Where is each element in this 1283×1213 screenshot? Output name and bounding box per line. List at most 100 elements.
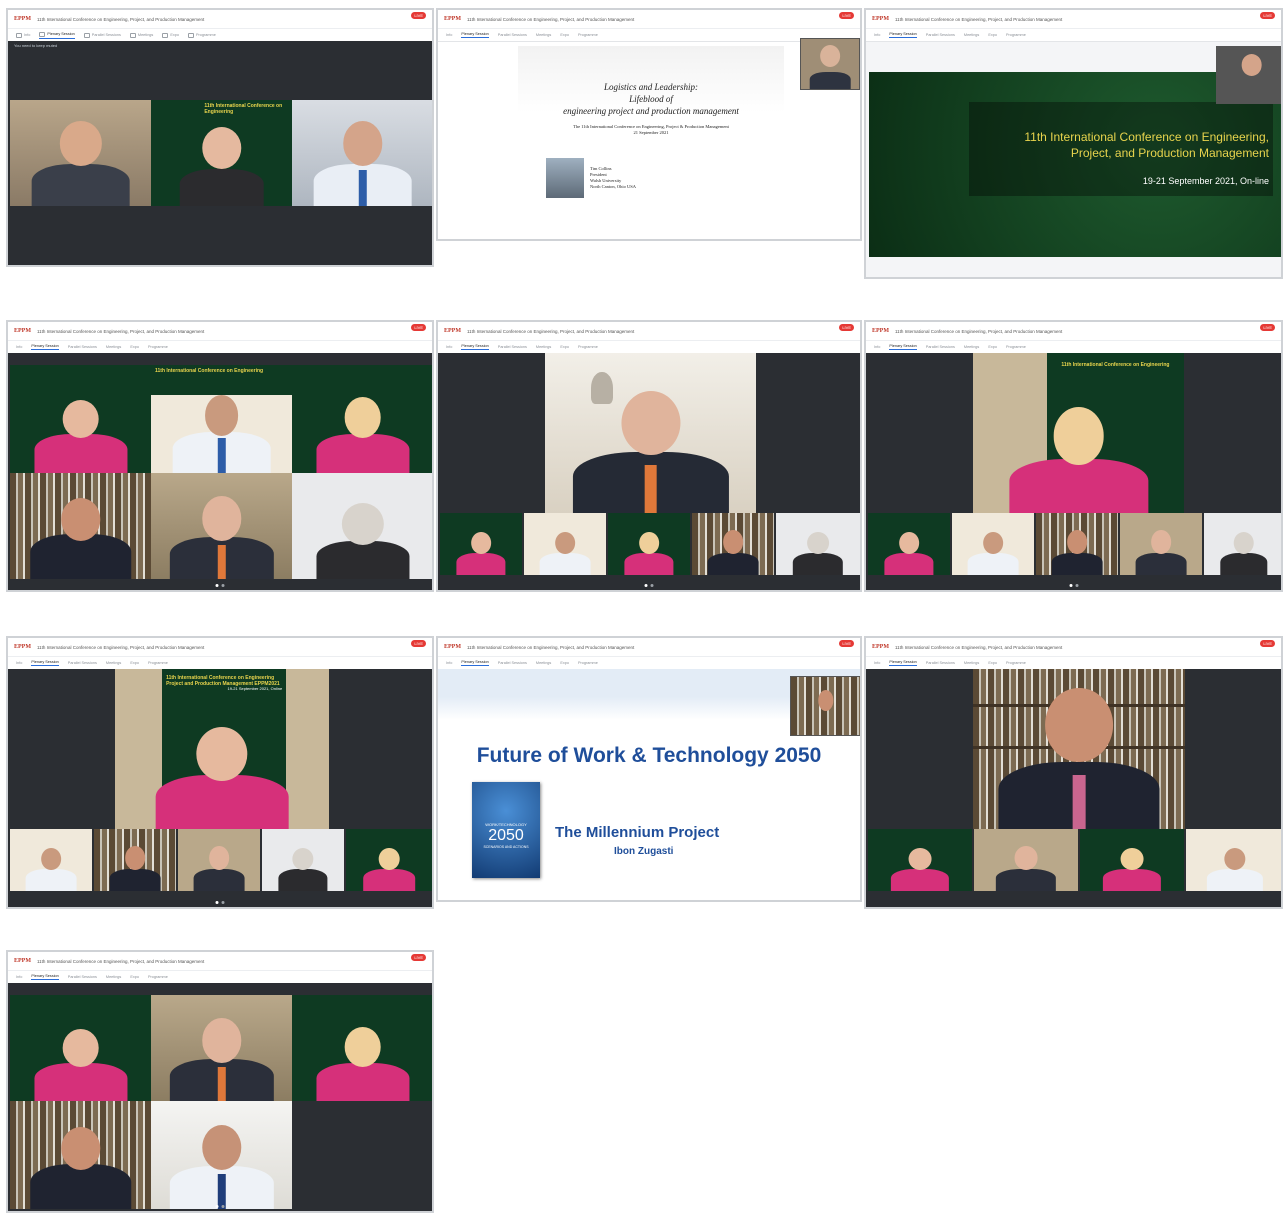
- tab-programme[interactable]: Programme: [148, 345, 168, 349]
- video-tile[interactable]: [10, 365, 151, 473]
- tab-programme[interactable]: Programme: [578, 661, 598, 665]
- tab-meetings[interactable]: Meetings: [536, 661, 551, 665]
- tab-expo[interactable]: Expo: [560, 33, 569, 37]
- video-tile[interactable]: [346, 829, 432, 891]
- video-tile[interactable]: [292, 995, 432, 1101]
- video-tile[interactable]: [10, 995, 151, 1101]
- tab-plenary-session[interactable]: Plenary Session: [31, 974, 59, 980]
- tab-meetings[interactable]: Meetings: [106, 345, 121, 349]
- video-tile[interactable]: [776, 513, 860, 575]
- tab-expo[interactable]: Expo: [560, 345, 569, 349]
- tab-parallel-sessions[interactable]: Parallel Sessions: [68, 345, 97, 349]
- tab-expo[interactable]: Expo: [130, 345, 139, 349]
- video-tile[interactable]: [151, 1101, 292, 1209]
- video-tile[interactable]: [151, 995, 292, 1101]
- tab-meetings[interactable]: Meetings: [964, 33, 979, 37]
- tab-parallel-sessions[interactable]: Parallel Sessions: [83, 32, 121, 38]
- speaker-thumbnail[interactable]: [800, 38, 860, 90]
- tab-programme[interactable]: Programme: [578, 33, 598, 37]
- tab-info[interactable]: Info: [874, 661, 880, 665]
- active-speaker-video[interactable]: 11th International Conference on Enginee…: [973, 353, 1184, 513]
- video-tile[interactable]: [1204, 513, 1281, 575]
- tab-programme[interactable]: Programme: [148, 661, 168, 665]
- speaker-thumbnail[interactable]: [790, 676, 860, 736]
- tab-parallel-sessions[interactable]: Parallel Sessions: [926, 345, 955, 349]
- tab-meetings[interactable]: Meetings: [964, 345, 979, 349]
- video-tile[interactable]: [10, 829, 92, 891]
- video-tile[interactable]: [178, 829, 260, 891]
- tab-plenary-session[interactable]: Plenary Session: [31, 660, 59, 666]
- tab-info[interactable]: Info: [446, 661, 452, 665]
- video-tile[interactable]: [524, 513, 606, 575]
- tab-info[interactable]: Info: [16, 345, 22, 349]
- tab-info[interactable]: Info: [16, 975, 22, 979]
- tab-plenary-session[interactable]: Plenary Session: [461, 344, 489, 350]
- tab-meetings[interactable]: Meetings: [129, 32, 153, 38]
- tab-programme[interactable]: Programme: [1006, 661, 1026, 665]
- video-tile[interactable]: [10, 1101, 151, 1209]
- video-tile[interactable]: [1120, 513, 1202, 575]
- speaker-thumbnail[interactable]: [1216, 46, 1281, 104]
- tab-programme[interactable]: Programme: [1006, 33, 1026, 37]
- active-speaker-video[interactable]: 11th International Conference on Enginee…: [115, 669, 329, 829]
- tab-expo[interactable]: Expo: [988, 33, 997, 37]
- tab-programme[interactable]: Programme: [148, 975, 168, 979]
- tab-expo[interactable]: Expo: [130, 661, 139, 665]
- video-tile[interactable]: [440, 513, 522, 575]
- tab-programme[interactable]: Programme: [187, 32, 216, 38]
- video-tile[interactable]: [1186, 829, 1281, 891]
- tab-programme[interactable]: Programme: [1006, 345, 1026, 349]
- video-tile[interactable]: [1080, 829, 1184, 891]
- tab-info[interactable]: Info: [16, 32, 30, 38]
- tab-plenary-session[interactable]: Plenary Session: [889, 660, 917, 666]
- video-tile[interactable]: [952, 513, 1034, 575]
- tab-programme[interactable]: Programme: [578, 345, 598, 349]
- video-tile[interactable]: [292, 365, 432, 473]
- video-tile[interactable]: [868, 513, 950, 575]
- tab-expo[interactable]: Expo: [988, 661, 997, 665]
- tab-plenary-session[interactable]: Plenary Session: [889, 344, 917, 350]
- tab-parallel-sessions[interactable]: Parallel Sessions: [498, 661, 527, 665]
- video-tile[interactable]: [1036, 513, 1118, 575]
- tab-plenary-session[interactable]: Plenary Session: [461, 660, 489, 666]
- tab-parallel-sessions[interactable]: Parallel Sessions: [498, 33, 527, 37]
- tab-info[interactable]: Info: [446, 345, 452, 349]
- tab-info[interactable]: Info: [446, 33, 452, 37]
- tab-meetings[interactable]: Meetings: [106, 975, 121, 979]
- tab-expo[interactable]: Expo: [162, 32, 179, 38]
- tab-meetings[interactable]: Meetings: [536, 345, 551, 349]
- video-tile[interactable]: [292, 100, 432, 206]
- video-tile[interactable]: [10, 473, 151, 579]
- tab-parallel-sessions[interactable]: Parallel Sessions: [498, 345, 527, 349]
- page-indicator[interactable]: [215, 1205, 225, 1208]
- video-tile[interactable]: 11th International Conference on Enginee…: [151, 365, 292, 473]
- tab-parallel-sessions[interactable]: Parallel Sessions: [926, 33, 955, 37]
- tab-plenary-session[interactable]: Plenary Session: [31, 344, 59, 350]
- video-tile[interactable]: [151, 473, 292, 579]
- page-indicator[interactable]: [644, 584, 654, 587]
- tab-info[interactable]: Info: [16, 661, 22, 665]
- video-tile[interactable]: [262, 829, 344, 891]
- tab-parallel-sessions[interactable]: Parallel Sessions: [68, 661, 97, 665]
- tab-meetings[interactable]: Meetings: [106, 661, 121, 665]
- page-indicator[interactable]: [215, 584, 225, 587]
- video-tile[interactable]: [10, 100, 151, 206]
- tab-meetings[interactable]: Meetings: [964, 661, 979, 665]
- video-tile[interactable]: [292, 473, 432, 579]
- tab-expo[interactable]: Expo: [560, 661, 569, 665]
- tab-expo[interactable]: Expo: [988, 345, 997, 349]
- page-indicator[interactable]: [215, 901, 225, 904]
- tab-plenary-session[interactable]: Plenary Session: [889, 32, 917, 38]
- tab-plenary-session[interactable]: Plenary Session: [39, 31, 75, 39]
- video-tile[interactable]: [608, 513, 690, 575]
- video-tile[interactable]: 11th International Conference on Enginee…: [151, 100, 292, 206]
- video-tile[interactable]: [94, 829, 176, 891]
- video-tile[interactable]: [868, 829, 972, 891]
- tab-meetings[interactable]: Meetings: [536, 33, 551, 37]
- tab-info[interactable]: Info: [874, 345, 880, 349]
- video-tile[interactable]: [974, 829, 1078, 891]
- active-speaker-video[interactable]: [545, 353, 756, 513]
- tab-parallel-sessions[interactable]: Parallel Sessions: [68, 975, 97, 979]
- video-tile[interactable]: [692, 513, 774, 575]
- tab-parallel-sessions[interactable]: Parallel Sessions: [926, 661, 955, 665]
